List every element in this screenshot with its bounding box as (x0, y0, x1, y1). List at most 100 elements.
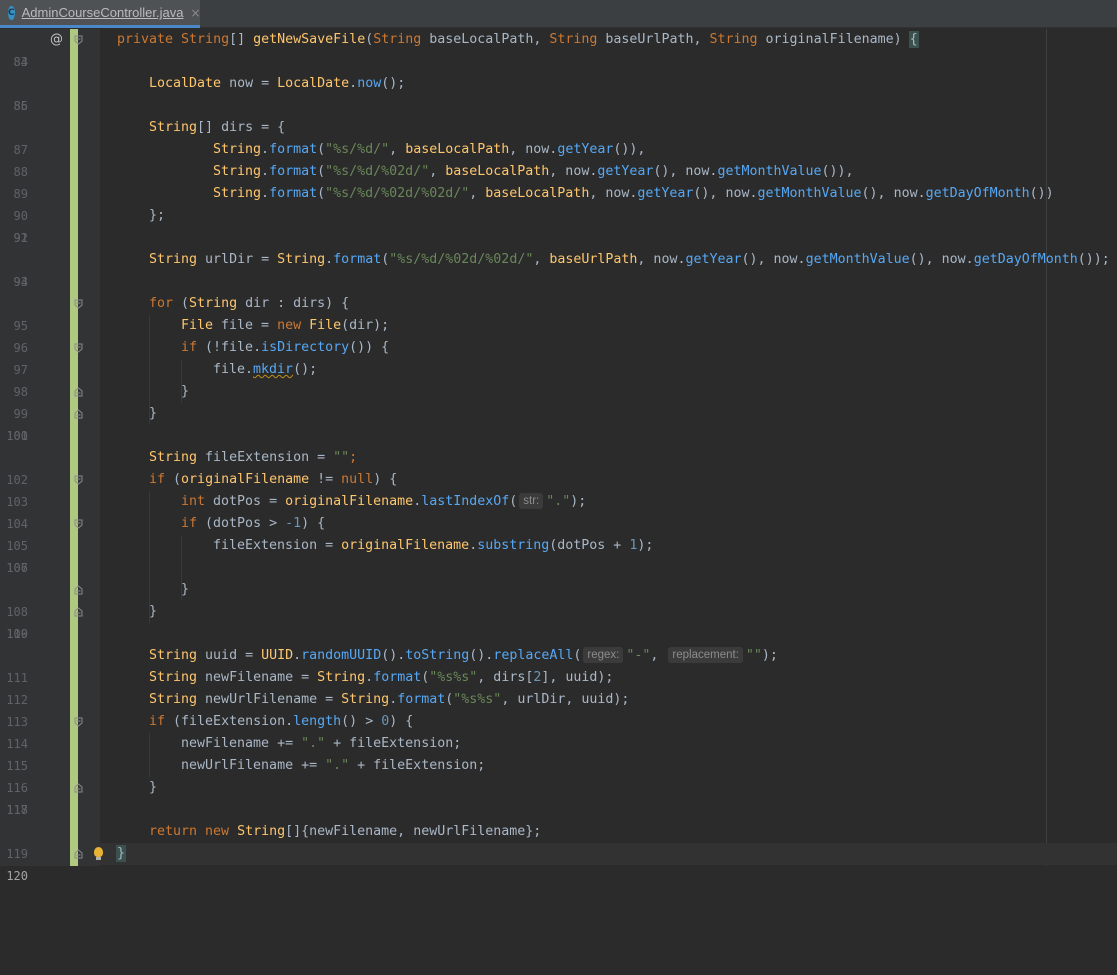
code-line-118[interactable]: 118 (0, 799, 1117, 821)
code-text: } (149, 780, 158, 795)
fold-collapse-icon[interactable] (74, 475, 83, 485)
fold-collapse-icon[interactable] (74, 717, 83, 727)
code-line-107[interactable]: 107 (0, 557, 1117, 579)
parameter-hint-str: str: (519, 493, 544, 509)
code-line-119[interactable]: 119 return new String[]{newFilename, new… (0, 821, 1117, 861)
code-text: if (originalFilename != null) { (149, 472, 398, 487)
code-line-108[interactable]: 108 } (0, 579, 1117, 619)
code-text: if (!file.isDirectory()) { (181, 340, 390, 355)
code-line-90[interactable]: 90 String.format("%s/%d/%02d/%02d/", bas… (0, 183, 1117, 223)
code-line-101[interactable]: 101 (0, 425, 1117, 447)
line-number: 94 (13, 275, 28, 289)
tab-file-name: AdminCourseController.java (21, 5, 184, 20)
code-line-98[interactable]: 98 file.mkdir(); (0, 359, 1117, 399)
code-text: String newUrlFilename = String.format("%… (149, 692, 630, 707)
code-text: int dotPos = originalFilename.lastIndexO… (181, 493, 587, 509)
code-text: String newFilename = String.format("%s%s… (149, 670, 614, 685)
java-class-icon: C (8, 5, 15, 20)
code-text: private String[] getNewSaveFile(String b… (117, 31, 919, 48)
code-text: } (115, 845, 127, 862)
code-line-111[interactable]: 111 String uuid = UUID.randomUUID().toSt… (0, 645, 1117, 685)
code-text: String fileExtension = ""; (149, 450, 358, 465)
code-line-99[interactable]: 99 } (0, 381, 1117, 421)
code-line-102[interactable]: 102 String fileExtension = ""; (0, 447, 1117, 487)
code-line-93[interactable]: 93 String urlDir = String.format("%s/%d/… (0, 249, 1117, 289)
code-text: } (181, 384, 190, 399)
code-text: return new String[]{newFilename, newUrlF… (149, 824, 542, 839)
code-line-105[interactable]: 105 if (dotPos > -1) { (0, 513, 1117, 553)
code-line-110[interactable]: 110 (0, 623, 1117, 645)
code-line-117[interactable]: 117 } (0, 777, 1117, 817)
code-line-86[interactable]: 86 (0, 95, 1117, 117)
code-line-104[interactable]: 104 int dotPos = originalFilename.lastIn… (0, 491, 1117, 531)
code-text: fileExtension = originalFilename.substri… (213, 538, 654, 553)
code-line-112[interactable]: 112 String newFilename = String.format("… (0, 667, 1117, 707)
close-icon[interactable]: × (190, 6, 200, 20)
code-text: } (149, 406, 158, 421)
code-line-83[interactable]: 83 @ private String[] getNewSaveFile(Str… (0, 29, 1117, 69)
line-number: 92 (13, 231, 28, 245)
code-line-109[interactable]: 109 } (0, 601, 1117, 641)
tab-admin-course-controller[interactable]: C AdminCourseController.java × (0, 0, 201, 28)
code-line-89[interactable]: 89 String.format("%s/%d/%02d/", baseLoca… (0, 161, 1117, 201)
code-text: String.format("%s/%d/%02d/", baseLocalPa… (213, 164, 854, 179)
code-line-96[interactable]: 96 File file = new File(dir); (0, 315, 1117, 355)
parameter-hint-regex: regex: (583, 647, 624, 663)
code-text: LocalDate now = LocalDate.now(); (149, 76, 406, 91)
code-text: String.format("%s/%d/%02d/%02d/", baseLo… (213, 186, 1054, 201)
code-line-113[interactable]: 113 String newUrlFilename = String.forma… (0, 689, 1117, 729)
line-number: 107 (6, 561, 28, 575)
code-line-87[interactable]: 87 String[] dirs = { (0, 117, 1117, 157)
code-line-94[interactable]: 94 (0, 271, 1117, 293)
code-text: }; (149, 208, 166, 223)
code-line-116[interactable]: 116 newUrlFilename += "." + fileExtensio… (0, 755, 1117, 795)
code-line-120[interactable]: 120 } (0, 843, 1117, 883)
code-text: } (181, 582, 190, 597)
code-text: File file = new File(dir); (181, 318, 390, 333)
code-line-114[interactable]: 114 if (fileExtension.length() > 0) { (0, 711, 1117, 751)
code-editor[interactable]: 83 @ private String[] getNewSaveFile(Str… (0, 29, 1117, 883)
parameter-hint-replacement: replacement: (668, 647, 743, 663)
code-line-100[interactable]: 100 } (0, 403, 1117, 443)
code-text: file.mkdir(); (213, 362, 318, 377)
code-text: newUrlFilename += "." + fileExtension; (181, 758, 486, 773)
fold-collapse-icon[interactable] (74, 343, 83, 353)
fold-collapse-icon[interactable] (74, 519, 83, 529)
code-text: newFilename += "." + fileExtension; (181, 736, 462, 751)
lightbulb-icon[interactable] (94, 847, 103, 860)
code-text: String urlDir = String.format("%s/%d/%02… (149, 252, 1110, 267)
fold-expand-icon[interactable] (74, 585, 83, 595)
fold-expand-icon[interactable] (74, 849, 83, 859)
code-line-88[interactable]: 88 String.format("%s/%d/", baseLocalPath… (0, 139, 1117, 179)
line-number: 101 (6, 429, 28, 443)
fold-expand-icon[interactable] (74, 607, 83, 617)
line-number: 110 (6, 627, 28, 641)
fold-collapse-icon[interactable] (74, 35, 83, 45)
code-text: if (dotPos > -1) { (181, 516, 326, 531)
code-text: String.format("%s/%d/", baseLocalPath, n… (213, 142, 646, 157)
code-text: if (fileExtension.length() > 0) { (149, 714, 414, 729)
override-icon[interactable]: @ (50, 29, 63, 51)
line-number: 120 (6, 869, 28, 883)
code-line-91[interactable]: 91 }; (0, 205, 1117, 245)
code-text: for (String dir : dirs) { (149, 296, 350, 311)
code-line-115[interactable]: 115 newFilename += "." + fileExtension; (0, 733, 1117, 773)
fold-expand-icon[interactable] (74, 409, 83, 419)
code-line-106[interactable]: 106 fileExtension = originalFilename.sub… (0, 535, 1117, 575)
code-line-95[interactable]: 95 for (String dir : dirs) { (0, 293, 1117, 333)
line-number: 86 (13, 99, 28, 113)
code-line-84[interactable]: 84 (0, 51, 1117, 73)
fold-collapse-icon[interactable] (74, 299, 83, 309)
code-line-97[interactable]: 97 if (!file.isDirectory()) { (0, 337, 1117, 377)
code-text: String uuid = UUID.randomUUID().toString… (149, 647, 778, 663)
code-text: } (149, 604, 158, 619)
line-number: 84 (13, 55, 28, 69)
code-text: String[] dirs = { (149, 120, 286, 135)
code-line-85[interactable]: 85 LocalDate now = LocalDate.now(); (0, 73, 1117, 113)
code-line-103[interactable]: 103 if (originalFilename != null) { (0, 469, 1117, 509)
fold-expand-icon[interactable] (74, 387, 83, 397)
line-number: 118 (6, 803, 28, 817)
code-line-92[interactable]: 92 (0, 227, 1117, 249)
fold-expand-icon[interactable] (74, 783, 83, 793)
editor-tab-bar: C AdminCourseController.java × (0, 0, 1117, 28)
